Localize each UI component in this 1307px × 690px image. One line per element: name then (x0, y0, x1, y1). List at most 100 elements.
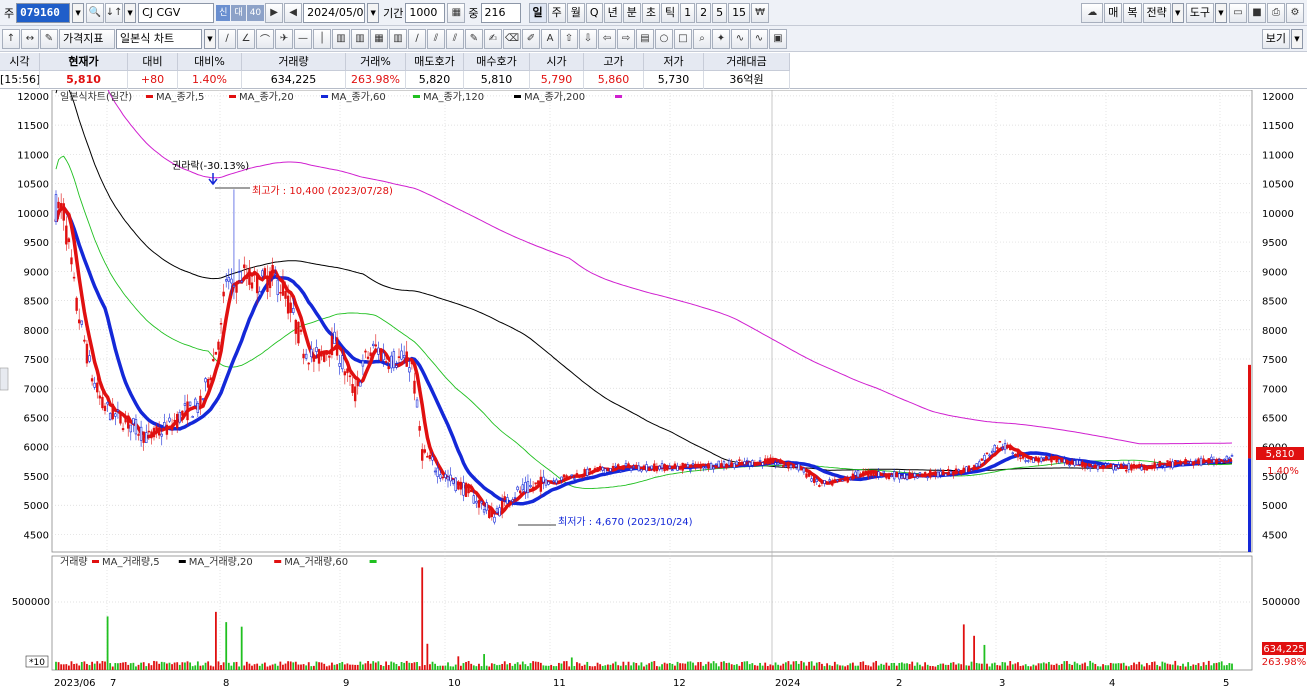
candle-body (132, 418, 135, 425)
candle-body (237, 271, 241, 273)
timeframe-button[interactable]: 일 (528, 2, 547, 23)
vline-tool-icon[interactable]: │ (313, 28, 331, 49)
trend-c-icon[interactable]: ⫽ (446, 28, 464, 49)
candle-body (418, 426, 421, 431)
edit-icon[interactable]: ✎ (40, 28, 58, 49)
cloud-icon[interactable]: ☁ (1081, 2, 1104, 23)
wave-a-icon[interactable]: ∿ (731, 28, 749, 49)
zoom-icon[interactable]: ⌕ (693, 28, 711, 49)
count-input[interactable]: 216 (480, 2, 521, 23)
buy-button[interactable]: 매 (1104, 2, 1123, 23)
chart-type-select[interactable]: 일본식 차트 (116, 28, 202, 49)
hline-tool-icon[interactable]: — (294, 28, 312, 49)
view-dropdown-icon[interactable]: ▼ (1291, 28, 1303, 49)
grid-b-icon[interactable]: ▥ (351, 28, 369, 49)
stock-chart[interactable]: 12000 12000 11500 11500 11000 11000 10500 10500… (0, 0, 1307, 690)
note-icon[interactable]: ✐ (522, 28, 540, 49)
grid-d-icon[interactable]: ▥ (389, 28, 407, 49)
sort-dropdown-icon[interactable]: ▼ (124, 2, 137, 23)
volume-bar (527, 666, 529, 670)
candle-body (947, 469, 950, 471)
volume-bar (1042, 662, 1045, 670)
tools-dropdown-icon[interactable]: ▼ (1215, 2, 1227, 23)
timeframe-button[interactable]: 년 (603, 2, 622, 23)
up-arrow-icon[interactable]: ↑ (2, 28, 20, 49)
timeframe-button[interactable]: 틱 (660, 2, 680, 23)
chart-icon[interactable]: ▣ (769, 28, 787, 49)
back-icon[interactable]: ◀ (284, 2, 303, 23)
candle-body (1045, 455, 1048, 458)
timeframe-button[interactable]: 월 (566, 2, 585, 23)
angle-tool-icon[interactable]: ∠ (237, 28, 255, 49)
up-icon[interactable]: ⇧ (560, 28, 578, 49)
period-input[interactable]: 1000 (405, 2, 446, 23)
compound-button[interactable]: 복 (1123, 2, 1142, 23)
candle-body (622, 465, 625, 470)
trend-b-icon[interactable]: ⫽ (427, 28, 445, 49)
timeframe-button[interactable]: 분 (622, 2, 641, 23)
indicator-button[interactable]: 가격지표 (59, 28, 115, 49)
timeframe-button[interactable]: 주 (547, 2, 566, 23)
wave-b-icon[interactable]: ∿ (750, 28, 768, 49)
panel-expand-handle (0, 367, 9, 391)
sort-icon[interactable]: ↓↑ (105, 2, 124, 23)
search-icon[interactable]: 🔍 (86, 2, 105, 23)
view-button[interactable]: 보기 (1261, 28, 1290, 49)
save-icon[interactable]: ■ (1248, 2, 1266, 23)
grid-icon[interactable]: ▦ (447, 2, 466, 23)
pencil-icon[interactable]: ✎ (465, 28, 483, 49)
timeframe-button[interactable]: 1 (680, 2, 696, 23)
candle-body (604, 468, 607, 474)
volume-bar (135, 666, 137, 670)
wave-icon[interactable]: ₩ (751, 2, 770, 23)
strategy-button[interactable]: 전략 (1142, 2, 1171, 23)
folder-icon[interactable]: ▭ (1229, 2, 1247, 23)
timeframe-button[interactable]: 2 (696, 2, 712, 23)
chart-canvas[interactable]: 12000 1200011500 1150011000 1100010500 10500… (0, 0, 1307, 690)
right-icon[interactable]: ⇨ (617, 28, 635, 49)
text-icon[interactable]: A (541, 28, 559, 49)
arc-tool-icon[interactable]: ⌒ (256, 28, 274, 49)
print-icon[interactable]: ⎙ (1267, 2, 1285, 23)
square-icon[interactable]: □ (674, 28, 692, 49)
magic-icon[interactable]: ✦ (712, 28, 730, 49)
strategy-dropdown-icon[interactable]: ▼ (1171, 2, 1184, 23)
volume-bar (284, 663, 287, 670)
grid-a-icon[interactable]: ▥ (332, 28, 350, 49)
stock-code-input[interactable]: 079160 (16, 2, 71, 23)
candle-body (488, 509, 491, 519)
brush-icon[interactable]: ✍ (484, 28, 502, 49)
grid-c-icon[interactable]: ▦ (370, 28, 388, 49)
price-tick-label-left: 11500 (17, 121, 49, 132)
x-axis-label: 2 (896, 678, 902, 689)
volume-bar (346, 663, 349, 670)
settings-icon[interactable]: ⚙ (1286, 2, 1304, 23)
fan-tool-icon[interactable]: ✈ (275, 28, 293, 49)
left-icon[interactable]: ⇦ (598, 28, 616, 49)
stock-name-field[interactable]: CJ CGV (138, 2, 215, 23)
left-right-arrow-icon[interactable]: ↔ (21, 28, 39, 49)
candle-body (895, 471, 898, 477)
date-dropdown-icon[interactable]: ▼ (367, 2, 380, 23)
circle-icon[interactable]: ○ (655, 28, 673, 49)
down-icon[interactable]: ⇩ (579, 28, 597, 49)
candle-body (1122, 463, 1125, 466)
candle-body (890, 475, 893, 477)
trend-a-icon[interactable]: ∕ (408, 28, 426, 49)
stock-code-dropdown-icon[interactable]: ▼ (72, 2, 85, 23)
candle-body (307, 362, 310, 365)
line-tool-icon[interactable]: ∕ (218, 28, 236, 49)
chart-type-dropdown-icon[interactable]: ▼ (204, 28, 216, 49)
timeframe-button[interactable]: 초 (641, 2, 660, 23)
volume-bar (338, 662, 341, 670)
play-icon[interactable]: ▶ (265, 2, 284, 23)
candle-body (1032, 457, 1035, 463)
doc-icon[interactable]: ▤ (636, 28, 654, 49)
volume-bar (78, 665, 81, 670)
timeframe-button[interactable]: 5 (712, 2, 728, 23)
timeframe-button[interactable]: 15 (728, 2, 751, 23)
eraser-icon[interactable]: ⌫ (503, 28, 521, 49)
tools-button[interactable]: 도구 (1185, 2, 1214, 23)
timeframe-button[interactable]: Q (585, 2, 603, 23)
date-input[interactable]: 2024/05/03 (303, 2, 366, 23)
